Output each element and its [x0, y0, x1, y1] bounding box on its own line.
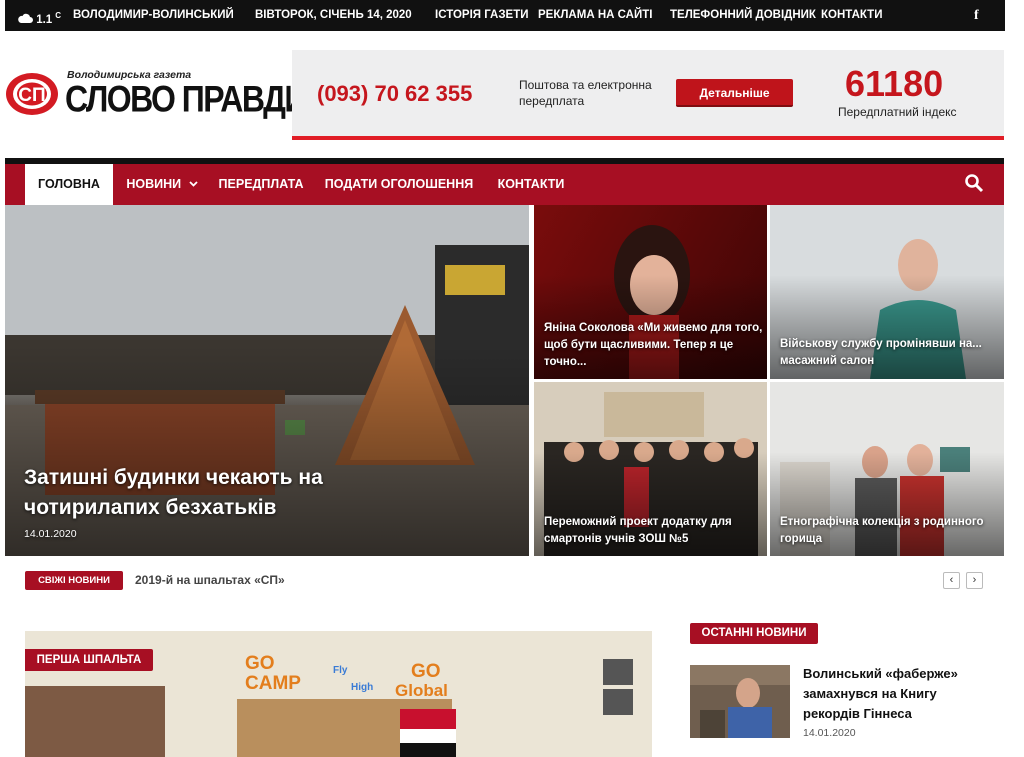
nav-news[interactable]: НОВИНИ — [121, 164, 203, 205]
nav-contacts[interactable]: КОНТАКТИ — [491, 164, 571, 205]
search-icon[interactable] — [964, 173, 984, 193]
current-date: ВІВТОРОК, СІЧЕНЬ 14, 2020 — [255, 9, 412, 21]
hero-main-title[interactable]: Затишні будинки чекають на чотирилапих б… — [24, 463, 354, 523]
nav-post-ad[interactable]: ПОДАТИ ОГОЛОШЕННЯ — [323, 164, 475, 205]
subscription-text: Поштова та електронна передплата — [519, 78, 652, 108]
ticker-label: СВІЖІ НОВИНИ — [25, 571, 123, 590]
city-name: ВОЛОДИМИР-ВОЛИНСЬКИЙ — [73, 9, 234, 21]
chevron-down-icon — [188, 181, 198, 187]
hero-main-story[interactable]: Затишні будинки чекають на чотирилапих б… — [5, 205, 529, 556]
feature-banner-go: GO — [245, 653, 275, 674]
news-ticker: СВІЖІ НОВИНИ 2019-й на шпальтах «СП» ‹ › — [5, 569, 1005, 593]
latest-news-date: 14.01.2020 — [803, 727, 856, 739]
hero-tile-3-title[interactable]: Переможний проект додатку для смартонів … — [544, 514, 759, 548]
weather-widget: 1.1 C — [17, 0, 61, 36]
nav-home[interactable]: ГОЛОВНА — [25, 164, 113, 205]
nav-news-label: НОВИНИ — [126, 177, 182, 191]
logo-title[interactable]: СЛОВО ПРАВДИ — [65, 78, 307, 121]
facebook-icon[interactable]: f — [974, 0, 979, 31]
subscription-index-label: Передплатний індекс — [838, 105, 957, 119]
latest-news-thumbnail-image — [690, 665, 790, 738]
hero-tile-2-title[interactable]: Військову службу промінявши на... масажн… — [780, 336, 995, 370]
hero-tile-4-title[interactable]: Етнографічна колекція з родинного горища — [780, 514, 995, 548]
feature-banner-camp: CAMP — [245, 673, 301, 694]
hero-tile-1-title[interactable]: Яніна Соколова «Ми живемо для того, щоб … — [544, 320, 764, 371]
feature-banner-fly: Fly — [333, 665, 348, 676]
ticker-next-button[interactable]: › — [966, 572, 983, 589]
featured-story[interactable]: GO CAMP Fly High GO Global ПЕРША ШПАЛЬТА — [25, 631, 652, 757]
temperature: 1.1 — [36, 13, 53, 26]
latest-news-heading: ОСТАННІ НОВИНИ — [690, 623, 818, 644]
top-bar: 1.1 C ВОЛОДИМИР-ВОЛИНСЬКИЙ ВІВТОРОК, СІЧЕ… — [5, 0, 1005, 31]
details-button[interactable]: Детальніше — [676, 79, 793, 107]
hero-main-shade — [5, 345, 529, 556]
hero-tile-4[interactable]: Етнографічна колекція з родинного горища — [770, 382, 1004, 556]
hero-main-date: 14.01.2020 — [24, 528, 77, 540]
feature-banner-go-2: GO — [411, 661, 441, 682]
ticker-prev-button[interactable]: ‹ — [943, 572, 960, 589]
hero-tile-1[interactable]: Яніна Соколова «Ми живемо для того, щоб … — [534, 205, 767, 379]
top-link-contacts[interactable]: КОНТАКТИ — [821, 0, 882, 31]
logo-mark-text: СП — [18, 85, 45, 106]
cloud-icon — [18, 13, 33, 23]
latest-news-thumbnail[interactable] — [690, 665, 790, 738]
top-link-phonebook[interactable]: ТЕЛЕФОННИЙ ДОВІДНИК — [670, 0, 816, 31]
top-link-advertising[interactable]: РЕКЛАМА НА САЙТІ — [538, 0, 652, 31]
nav-subscription[interactable]: ПЕРЕДПЛАТА — [215, 164, 307, 205]
top-link-history[interactable]: ІСТОРІЯ ГАЗЕТИ — [435, 0, 529, 31]
banner-underline — [292, 136, 1004, 140]
temperature-unit: C — [55, 11, 61, 20]
feature-badge[interactable]: ПЕРША ШПАЛЬТА — [25, 649, 153, 671]
hero-tile-3[interactable]: Переможний проект додатку для смартонів … — [534, 382, 767, 556]
main-nav: ГОЛОВНА НОВИНИ ПЕРЕДПЛАТА ПОДАТИ ОГОЛОШЕ… — [5, 158, 1004, 205]
subscription-index: 61180 — [845, 63, 944, 104]
phone-number: (093) 70 62 355 — [317, 81, 473, 106]
site-header: СП Володимирська газета СЛОВО ПРАВДИ (09… — [5, 50, 1005, 140]
ticker-headline[interactable]: 2019-й на шпальтах «СП» — [135, 573, 285, 587]
logo-mark[interactable]: СП — [5, 71, 59, 117]
latest-news-title[interactable]: Волинський «фаберже» замахнувся на Книгу… — [803, 664, 973, 724]
hero-tile-2[interactable]: Військову службу промінявши на... масажн… — [770, 205, 1004, 379]
subscription-banner: (093) 70 62 355 Поштова та електронна пе… — [292, 50, 1004, 137]
feature-banner-global: Global — [395, 681, 448, 700]
feature-banner-high: High — [351, 682, 374, 693]
